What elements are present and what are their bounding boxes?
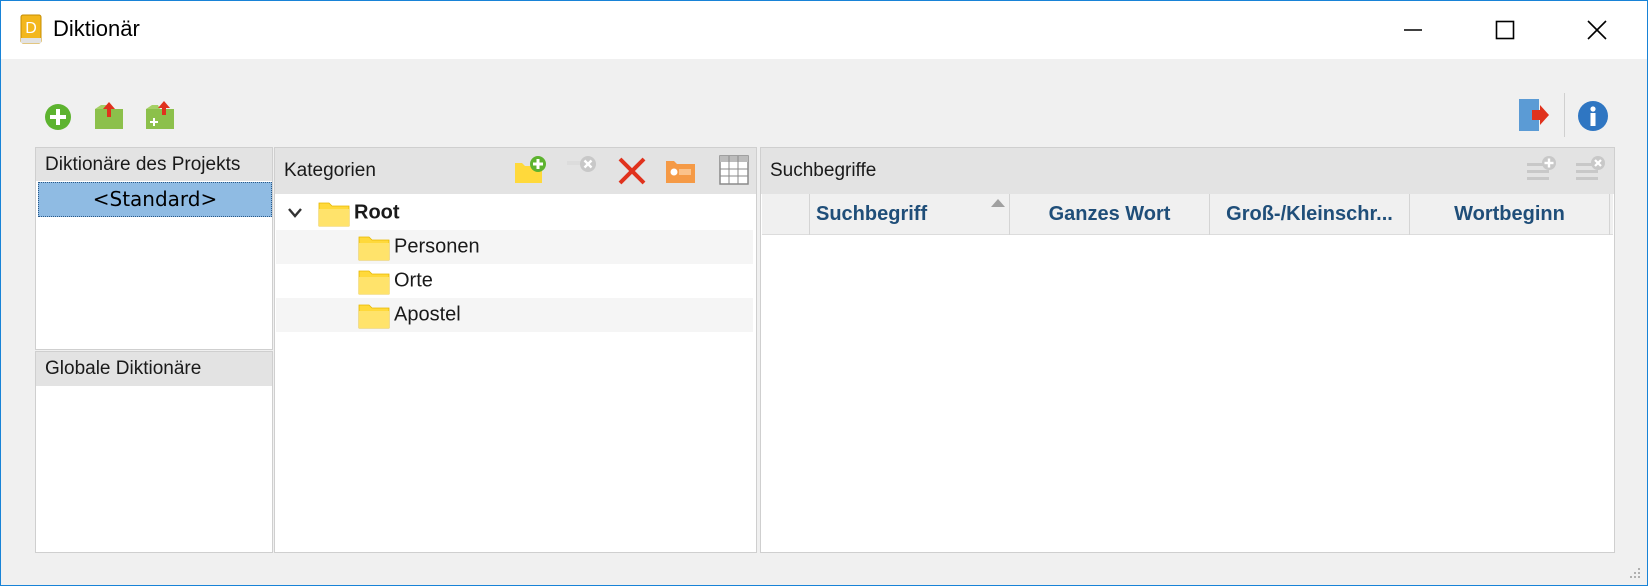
search-terms-grid-header: Suchbegriff Ganzes Wort Groß-/Kleinschr.… [762, 194, 1613, 235]
folder-icon [358, 236, 390, 261]
sort-ascending-icon [991, 199, 1005, 207]
chevron-down-icon[interactable] [287, 207, 303, 219]
title-bar: D Diktionär [1, 1, 1647, 59]
import-icon[interactable] [144, 99, 176, 131]
column-header-wortbeginn[interactable]: Wortbeginn [1410, 194, 1610, 235]
folder-icon [358, 270, 390, 295]
tree-node-apostel[interactable]: Apostel [276, 298, 753, 332]
new-category-icon[interactable] [514, 155, 548, 185]
column-header-ganzes-wort[interactable]: Ganzes Wort [1010, 194, 1210, 235]
info-icon[interactable] [1577, 100, 1609, 132]
folder-icon [318, 202, 350, 227]
tree-label-apostel: Apostel [394, 303, 461, 326]
tag-icon[interactable] [665, 155, 699, 185]
tree-node-orte[interactable]: Orte [276, 264, 753, 298]
minimize-button[interactable] [1367, 9, 1459, 51]
remove-row-icon[interactable] [1575, 155, 1607, 185]
close-button[interactable] [1551, 9, 1643, 51]
dictionary-window: D Diktionär Diktionäre des Projekts <Sta… [0, 0, 1648, 586]
tree-label-personen: Personen [394, 235, 480, 258]
tree-node-personen[interactable]: Personen [276, 230, 753, 264]
categories-title: Kategorien [284, 160, 376, 181]
column-header-suchbegriff[interactable]: Suchbegriff [810, 194, 1010, 235]
dictionary-item-standard[interactable]: <Standard> [38, 182, 272, 217]
tree-node-root[interactable]: Root [276, 196, 753, 230]
tree-label-orte: Orte [394, 269, 433, 292]
folder-icon [358, 304, 390, 329]
export-icon[interactable] [93, 99, 125, 131]
tree-label-root: Root [354, 201, 400, 224]
remove-icon[interactable] [566, 155, 600, 179]
add-icon[interactable] [44, 103, 72, 131]
maximize-icon [1495, 20, 1515, 40]
maximize-button[interactable] [1459, 9, 1551, 51]
app-icon: D [20, 14, 42, 44]
add-row-icon[interactable] [1526, 155, 1558, 185]
toolbar-separator [1564, 93, 1565, 137]
close-icon [1587, 20, 1607, 40]
global-dictionaries-title: Globale Diktionäre [45, 358, 202, 379]
delete-icon[interactable] [617, 156, 647, 186]
window-title: Diktionär [53, 16, 140, 41]
svg-text:D: D [25, 20, 37, 37]
project-dictionaries-header: Diktionäre des Projekts [36, 148, 272, 181]
exit-icon[interactable] [1518, 97, 1550, 133]
global-dictionaries-header: Globale Diktionäre [36, 352, 272, 386]
resize-grip-icon[interactable] [1629, 567, 1641, 579]
table-icon[interactable] [719, 155, 749, 185]
row-header-corner [762, 194, 810, 235]
search-terms-title: Suchbegriffe [770, 160, 877, 181]
column-header-gross-kleinschreibung[interactable]: Groß-/Kleinschr... [1210, 194, 1410, 235]
minimize-icon [1404, 29, 1422, 31]
project-dictionaries-title: Diktionäre des Projekts [45, 153, 241, 175]
search-terms-header: Suchbegriffe [761, 148, 1614, 194]
column-label-suchbegriff: Suchbegriff [816, 203, 928, 225]
